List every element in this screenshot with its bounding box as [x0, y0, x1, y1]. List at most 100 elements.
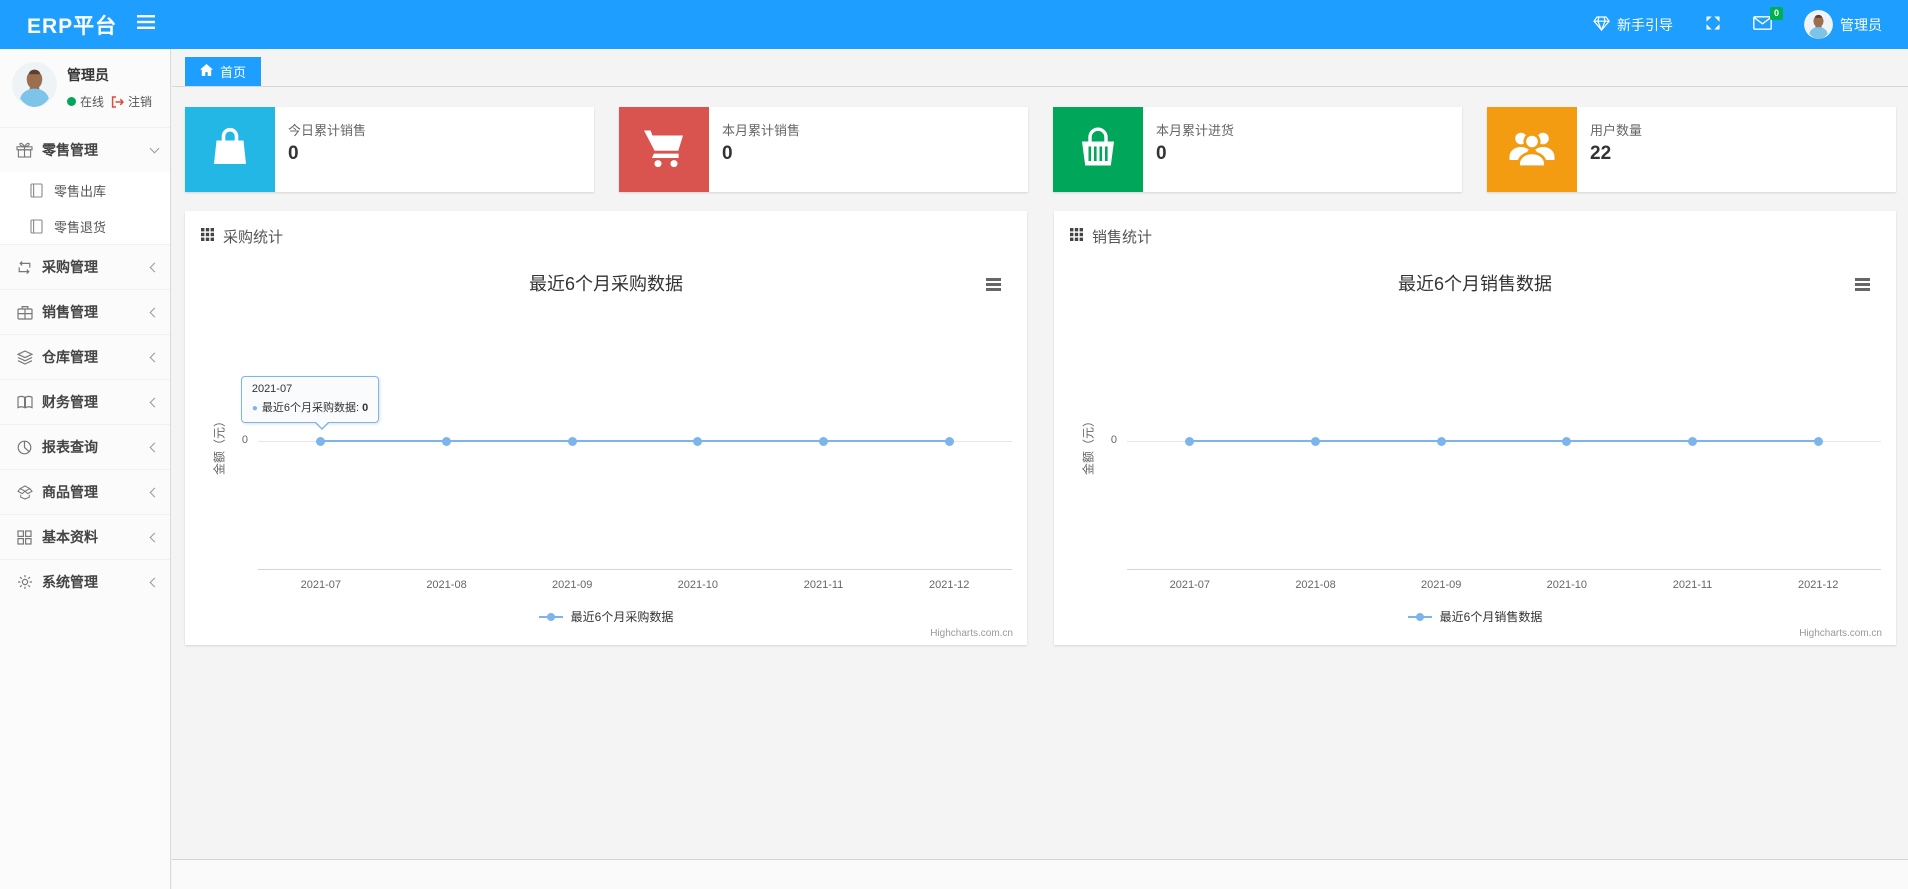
guide-label: 新手引导: [1617, 16, 1673, 33]
purchase-chart: 最近6个月采购数据 0 金额（元） 2021-07 2021-08 2021-09 2021…: [185, 257, 1027, 645]
sidebar-user-name: 管理员: [67, 67, 109, 83]
stat-card: 用户数量 22: [1487, 107, 1896, 192]
data-point-marker[interactable]: [819, 436, 828, 446]
sidebar-subitem-label: 零售退货: [54, 219, 107, 235]
guide-button[interactable]: 新手引导: [1593, 15, 1673, 35]
fullscreen-button[interactable]: [1705, 15, 1721, 34]
sidebar-item[interactable]: 基本资料: [0, 514, 170, 559]
data-point-marker[interactable]: [1311, 436, 1320, 446]
data-point-marker[interactable]: [1185, 436, 1195, 446]
stat-card-body: 本月累计进货 0: [1143, 107, 1234, 192]
sidebar-item[interactable]: 销售管理: [0, 289, 170, 334]
layers-icon: [16, 349, 33, 365]
logout-icon: [111, 95, 125, 108]
brand-logo[interactable]: ERP平台: [0, 10, 117, 40]
chart-context-menu-button[interactable]: [1855, 278, 1870, 293]
stat-card-value: 0: [288, 143, 299, 164]
data-point-marker[interactable]: [1562, 436, 1572, 446]
legend-item[interactable]: 最近6个月采购数据: [185, 608, 1027, 625]
chevron-left-icon: [149, 307, 160, 317]
sidebar-menu: 零售管理 零售出库零售退货采购管理销售管理仓库管理财务管理报表查询商品管理基本资料…: [0, 127, 170, 604]
x-axis-line: [258, 569, 1012, 570]
logout-link[interactable]: 注销: [128, 93, 152, 110]
sidebar-subitem[interactable]: 零售退货: [0, 208, 170, 244]
data-point-marker[interactable]: [1813, 436, 1823, 446]
sidebar-item-label: 报表查询: [42, 439, 98, 455]
sidebar-subitem[interactable]: 零售出库: [0, 172, 170, 208]
stat-card: 今日累计销售 0: [185, 107, 594, 192]
sidebar-item[interactable]: 商品管理: [0, 469, 170, 514]
avatar: [1804, 10, 1833, 39]
hamburger-icon: [986, 288, 1001, 291]
sidebar-item[interactable]: 仓库管理: [0, 334, 170, 379]
y-axis-title: 金额（元）: [1081, 414, 1096, 476]
file-icon: [28, 218, 45, 234]
x-axis-tick-label: 2021-09: [1420, 579, 1462, 591]
data-point-marker[interactable]: [316, 436, 326, 446]
stat-card-label: 今日累计销售: [288, 123, 367, 138]
sidebar-item-label: 财务管理: [42, 394, 98, 410]
stat-card: 本月累计销售 0: [619, 107, 1028, 192]
tab-home-label: 首页: [220, 65, 247, 80]
data-point-marker[interactable]: [567, 436, 577, 446]
stat-card-body: 用户数量 22: [1577, 107, 1642, 192]
messages-button[interactable]: 0: [1753, 7, 1783, 33]
credits-link[interactable]: Highcharts.com.cn: [930, 628, 1013, 639]
sidebar-item[interactable]: 报表查询: [0, 424, 170, 469]
credits-link[interactable]: Highcharts.com.cn: [1799, 628, 1882, 639]
chevron-left-icon: [149, 352, 160, 362]
chevron-left-icon: [149, 397, 160, 407]
chart-context-menu-button[interactable]: [986, 278, 1001, 293]
gift-icon: [16, 142, 33, 158]
x-axis-tick-label: 2021-08: [426, 579, 467, 591]
mail-badge: 0: [1769, 7, 1783, 20]
stat-card-label: 本月累计进货: [1156, 123, 1235, 138]
user-name: 管理员: [1840, 16, 1882, 33]
stat-card-body: 今日累计销售 0: [275, 107, 366, 192]
th-grid-icon: [1070, 228, 1083, 245]
book-icon: [16, 395, 33, 409]
legend-label: 最近6个月销售数据: [1439, 610, 1543, 624]
x-axis-tick-label: 2021-08: [1295, 579, 1336, 591]
footer: [172, 859, 1908, 889]
sidebar-toggle-button[interactable]: [137, 15, 156, 34]
panel-title: 采购统计: [223, 229, 284, 246]
sidebar-item[interactable]: 零售管理: [0, 127, 170, 172]
file-icon: [28, 182, 45, 198]
data-point-marker[interactable]: [442, 436, 451, 446]
navbar-right: 新手引导 0 管理员: [1593, 7, 1908, 39]
online-status-dot: [67, 97, 76, 106]
stat-cards-row: 今日累计销售 0 本月累计销售 0 本月累计进货 0 用户数量 22: [185, 107, 1896, 192]
shopping-bag-icon: [207, 124, 253, 175]
data-point-marker[interactable]: [1688, 436, 1697, 446]
users-icon: [1508, 126, 1556, 173]
sidebar-item[interactable]: 财务管理: [0, 379, 170, 424]
th-grid-icon: [201, 228, 214, 245]
content-area: 首页 今日累计销售 0 本月累计销售 0 本月累计进货 0 用户数量 22 采购统计 最近6个…: [172, 49, 1908, 889]
x-axis-tick-label: 2021-12: [928, 579, 970, 591]
series-line: [1189, 440, 1819, 442]
sidebar-item-label: 仓库管理: [42, 349, 98, 365]
legend-item[interactable]: 最近6个月销售数据: [1054, 608, 1896, 625]
sidebar-item-label: 商品管理: [42, 484, 98, 500]
hamburger-icon: [986, 283, 1001, 286]
chevron-left-icon: [149, 532, 160, 542]
chevron-left-icon: [149, 442, 160, 452]
sidebar-submenu: 零售出库零售退货: [0, 172, 170, 244]
tab-home[interactable]: 首页: [185, 57, 262, 86]
user-menu[interactable]: 管理员: [1804, 10, 1882, 39]
data-point-marker[interactable]: [944, 436, 954, 446]
sidebar-user-panel: 管理员 在线 注销: [0, 49, 170, 122]
tooltip-series-row: ● 最近6个月采购数据: 0: [252, 399, 368, 415]
data-point-marker[interactable]: [1436, 436, 1446, 446]
tooltip-category: 2021-07: [251, 383, 293, 395]
data-point-marker[interactable]: [693, 436, 703, 446]
legend-dot: [1415, 612, 1424, 621]
sidebar-item[interactable]: 采购管理: [0, 244, 170, 289]
legend-line-marker-icon: [538, 612, 563, 622]
chevron-down-icon: [149, 143, 160, 154]
sidebar-item-label: 采购管理: [42, 259, 98, 275]
sidebar-item[interactable]: 系统管理: [0, 559, 170, 604]
tooltip-series-label: 最近6个月采购数据:: [261, 402, 363, 414]
stat-card: 本月累计进货 0: [1053, 107, 1462, 192]
